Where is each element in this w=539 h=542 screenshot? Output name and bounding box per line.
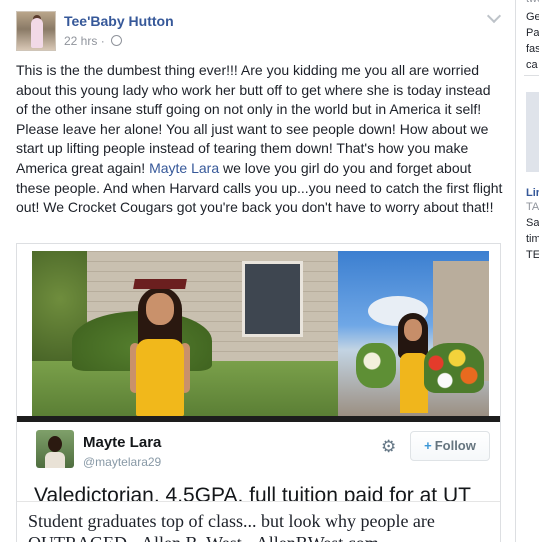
follow-button: + Follow [410,431,490,461]
meta-separator: · [100,34,105,48]
globe-icon [111,35,123,46]
facebook-post: Tee'Baby Hutton 22 hrs · This is the the… [0,0,516,542]
link-preview[interactable]: Student graduates top of class... but lo… [17,501,500,542]
sidebar-text-6: TA [526,201,539,213]
sidebar-text-7: Sa [526,217,539,229]
sidebar-text-8: tim [526,233,539,245]
graduation-photo [32,251,352,416]
post-timestamp[interactable]: 22 hrs · [64,34,123,48]
tweet-divider [17,416,500,422]
link-title[interactable]: Student graduates top of class... but lo… [28,510,498,542]
tweet-handle: @maytelara29 [83,455,162,469]
sidebar-text-3: fas [526,43,539,55]
post-time[interactable]: 22 hrs [64,34,97,48]
tweet-name: Mayte Lara [83,434,162,451]
author-avatar[interactable] [16,11,56,51]
post-body: This is the the dumbest thing ever!!! Ar… [16,61,506,218]
sidebar-divider [524,75,539,76]
right-sidebar: two Ge Pa fas ca Lir TA Sa tim TE [516,0,539,542]
tweet-text: Valedictorian, 4.5GPA, full tuition paid… [34,484,471,502]
sidebar-text-0: two [526,0,539,6]
shared-link-card[interactable]: Mayte Lara @maytelara29 ⚙ + Follow Valedi… [16,243,501,542]
sidebar-text-2: Pa [526,27,539,39]
author-name-link[interactable]: Tee'Baby Hutton [64,13,174,29]
sidebar-text-1: Ge [526,11,539,23]
tweet-avatar [36,430,74,468]
sidebar-image[interactable] [526,92,539,172]
gear-icon: ⚙ [381,437,397,456]
sidebar-text-4: ca [526,59,538,71]
mention-link[interactable]: Mayte Lara [149,160,219,176]
follow-label: Follow [434,438,476,453]
post-body-text-1: This is the the dumbest thing ever!!! Ar… [16,62,491,176]
sidebar-link-5[interactable]: Lir [526,186,539,200]
follow-person-icon: + [424,438,432,453]
flowers-photo [338,251,489,416]
tweet-screenshot[interactable]: Mayte Lara @maytelara29 ⚙ + Follow Valedi… [17,250,500,502]
sidebar-text-9: TE [526,249,539,261]
chevron-down-icon[interactable] [486,8,502,24]
